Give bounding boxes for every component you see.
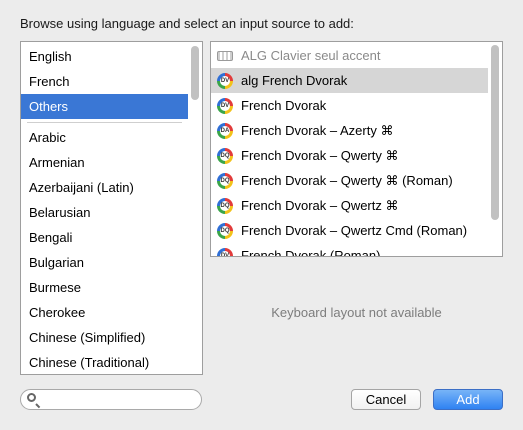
dvorak-flag-icon: DV (217, 72, 233, 89)
language-item[interactable]: Chinese (Simplified) (21, 325, 188, 350)
source-list-scrollbar[interactable] (491, 44, 499, 254)
dvorak-flag-icon: DA (217, 122, 233, 139)
source-label: alg French Dvorak (241, 73, 348, 88)
language-item[interactable]: Azerbaijani (Latin) (21, 175, 188, 200)
dvorak-flag-icon: DV (217, 97, 233, 114)
source-item[interactable]: DV French Dvorak (Roman) (211, 243, 488, 257)
source-label: French Dvorak – Azerty ⌘ (241, 123, 394, 138)
source-label: French Dvorak – Qwerty ⌘ (Roman) (241, 173, 453, 188)
source-label: French Dvorak – Qwertz Cmd (Roman) (241, 223, 468, 238)
language-item[interactable]: Burmese (21, 275, 188, 300)
dvorak-flag-icon: DQ (217, 147, 233, 164)
source-label: French Dvorak (241, 98, 327, 113)
source-item[interactable]: DQ French Dvorak – Qwerty ⌘ (211, 143, 488, 168)
search-input[interactable] (43, 391, 197, 410)
dvorak-flag-icon: DQ (217, 222, 233, 239)
dvorak-flag-icon: DV (217, 247, 233, 256)
instruction-text: Browse using language and select an inpu… (20, 16, 354, 31)
source-item[interactable]: DQ French Dvorak – Qwertz Cmd (Roman) (211, 218, 488, 243)
language-item[interactable]: Cherokee (21, 300, 188, 325)
language-list[interactable]: English French Others Arabic Armenian Az… (20, 41, 203, 375)
source-label: French Dvorak – Qwerty ⌘ (241, 148, 399, 163)
language-item[interactable]: Bengali (21, 225, 188, 250)
source-item-alg-clavier[interactable]: ALG Clavier seul accent (211, 43, 488, 68)
language-item-others[interactable]: Others (21, 94, 188, 119)
search-field[interactable] (20, 389, 202, 410)
dvorak-flag-icon: DQ (217, 172, 233, 189)
source-item[interactable]: DA French Dvorak – Azerty ⌘ (211, 118, 488, 143)
language-item[interactable]: Arabic (21, 125, 188, 150)
source-item[interactable]: DQ French Dvorak – Qwerty ⌘ (Roman) (211, 168, 488, 193)
source-label: French Dvorak – Qwertz ⌘ (241, 198, 399, 213)
scrollbar-thumb[interactable] (491, 45, 499, 220)
input-source-list[interactable]: ALG Clavier seul accent DV alg French Dv… (210, 41, 503, 257)
source-label: French Dvorak (Roman) (241, 248, 381, 257)
list-divider (27, 122, 182, 123)
source-item-alg-french-dvorak[interactable]: DV alg French Dvorak (211, 68, 488, 93)
source-item[interactable]: DQ French Dvorak – Qwertz ⌘ (211, 193, 488, 218)
source-label: ALG Clavier seul accent (241, 48, 381, 63)
language-list-scrollbar[interactable] (191, 44, 199, 372)
language-item[interactable]: Belarusian (21, 200, 188, 225)
add-button[interactable]: Add (433, 389, 503, 410)
keyboard-layout-unavailable-text: Keyboard layout not available (271, 305, 442, 320)
search-icon (27, 393, 36, 402)
source-item[interactable]: DV French Dvorak (211, 93, 488, 118)
keyboard-icon (217, 50, 233, 61)
language-item[interactable]: Bulgarian (21, 250, 188, 275)
language-item[interactable]: Chinese (Traditional) (21, 350, 188, 374)
language-item-french[interactable]: French (21, 69, 188, 94)
cancel-button[interactable]: Cancel (351, 389, 421, 410)
language-item-english[interactable]: English (21, 44, 188, 69)
language-item[interactable]: Armenian (21, 150, 188, 175)
dvorak-flag-icon: DQ (217, 197, 233, 214)
scrollbar-thumb[interactable] (191, 46, 199, 100)
